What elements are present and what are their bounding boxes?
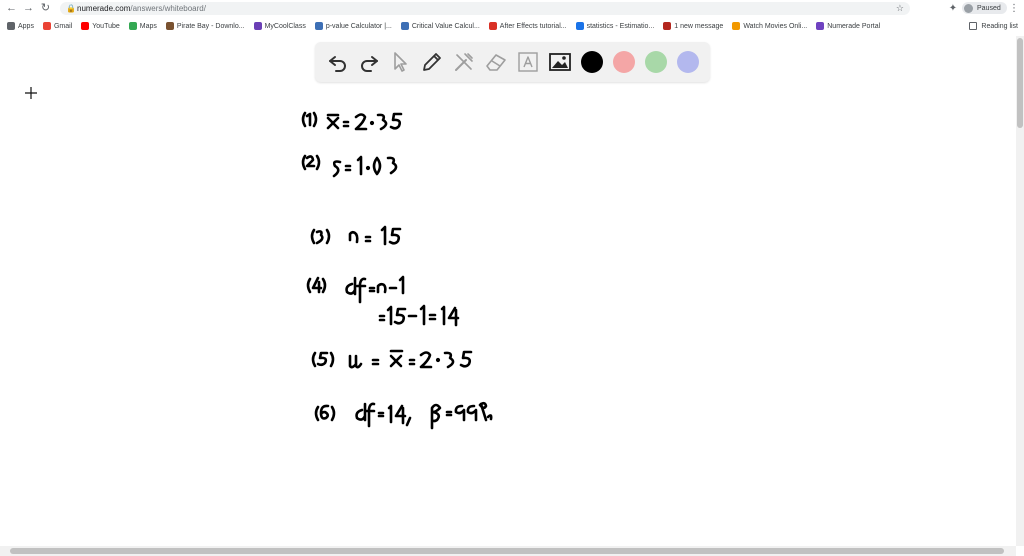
- vertical-scrollbar[interactable]: [1016, 36, 1024, 546]
- horizontal-scrollbar[interactable]: [0, 546, 1016, 556]
- bookmark-favicon-icon: [816, 22, 825, 30]
- text-icon[interactable]: [516, 50, 540, 74]
- navigation-bar: ← → ↻ 🔒 numerade.com/answers/whiteboard/…: [0, 0, 1024, 17]
- bookmark-item[interactable]: 1 new message: [663, 22, 723, 30]
- bookmark-favicon-icon: [314, 22, 323, 30]
- pointer-icon[interactable]: [388, 50, 412, 74]
- bookmark-label: p-value Calculator |...: [325, 22, 392, 30]
- bookmark-label: YouTube: [92, 22, 120, 30]
- bookmark-item[interactable]: Gmail: [42, 22, 73, 30]
- bookmark-item[interactable]: Critical Value Calcul...: [400, 22, 480, 30]
- bookmark-favicon-icon: [663, 22, 672, 30]
- bookmark-item[interactable]: Numerade Portal: [816, 22, 880, 30]
- url-host: numerade.com: [77, 4, 131, 13]
- bookmark-item[interactable]: MyCoolClass: [253, 22, 306, 30]
- bookmark-favicon-icon: [400, 22, 409, 30]
- back-icon[interactable]: ←: [4, 1, 19, 16]
- bookmark-item[interactable]: p-value Calculator |...: [314, 22, 392, 30]
- undo-icon[interactable]: [326, 50, 350, 74]
- pen-icon[interactable]: [420, 50, 444, 74]
- handwriting-line-3: [310, 225, 402, 246]
- handwriting-line-1: [301, 111, 403, 131]
- vertical-scrollbar-thumb[interactable]: [1017, 38, 1023, 128]
- bookmark-favicon-icon: [7, 22, 15, 30]
- extensions-icon[interactable]: ✦: [946, 1, 960, 16]
- bookmark-label: statistics - Estimatio...: [586, 22, 655, 30]
- tools-icon[interactable]: [452, 50, 476, 74]
- bookmark-label: Gmail: [53, 22, 73, 30]
- reading-list-icon: [969, 22, 978, 30]
- handwriting-line-2: [301, 154, 398, 178]
- crosshair-cursor-icon: [25, 87, 37, 99]
- bookmark-item[interactable]: Apps: [7, 22, 34, 30]
- bookmark-label: Watch Movies Onli...: [743, 22, 808, 30]
- bookmark-favicon-icon: [81, 22, 90, 30]
- image-icon[interactable]: [548, 50, 572, 74]
- bookmark-label: Numerade Portal: [827, 22, 881, 30]
- handwritten-solution: [301, 111, 493, 430]
- bookmark-label: 1 new message: [674, 22, 724, 30]
- horizontal-scrollbar-thumb[interactable]: [10, 548, 1004, 554]
- bookmark-favicon-icon: [732, 22, 741, 30]
- bookmark-label: Critical Value Calcul...: [411, 22, 480, 30]
- bookmark-favicon-icon: [253, 22, 262, 30]
- bookmark-label: Maps: [139, 22, 157, 30]
- bookmark-label: Pirate Bay - Downlo...: [176, 22, 245, 30]
- profile-button[interactable]: Paused: [962, 2, 1007, 14]
- bookmark-label: MyCoolClass: [264, 22, 306, 30]
- color-black-swatch[interactable]: [581, 51, 603, 73]
- browser-chrome: ← → ↻ 🔒 numerade.com/answers/whiteboard/…: [0, 0, 1024, 37]
- bookmark-item[interactable]: Watch Movies Onli...: [732, 22, 807, 30]
- handwriting-line-6: [314, 401, 493, 430]
- bookmark-favicon-icon: [488, 22, 497, 30]
- bookmark-item[interactable]: statistics - Estimatio...: [575, 22, 655, 30]
- bookmark-label: After Effects tutorial...: [499, 22, 567, 30]
- lock-icon: 🔒: [66, 4, 76, 13]
- reading-list-label: Reading list: [981, 22, 1018, 30]
- bookmarks-bar: Apps Gmail YouTube Maps Pirate Bay - Downlo.…: [0, 17, 1024, 35]
- address-bar[interactable]: 🔒 numerade.com/answers/whiteboard/ ☆: [60, 2, 910, 15]
- bookmark-label: Apps: [18, 22, 34, 30]
- handwriting-line-4: [306, 275, 460, 327]
- whiteboard-canvas[interactable]: [0, 36, 1016, 546]
- bookmark-star-icon[interactable]: ☆: [896, 2, 904, 15]
- profile-status: Paused: [977, 4, 1001, 12]
- redo-icon[interactable]: [357, 50, 381, 74]
- color-purple-swatch[interactable]: [677, 51, 699, 73]
- url-path: /answers/whiteboard/: [130, 4, 206, 13]
- color-pink-swatch[interactable]: [613, 51, 635, 73]
- bookmark-favicon-icon: [165, 22, 174, 30]
- eraser-icon[interactable]: [484, 50, 508, 74]
- bookmark-favicon-icon: [42, 22, 51, 30]
- forward-icon[interactable]: →: [21, 1, 36, 16]
- color-green-swatch[interactable]: [645, 51, 667, 73]
- bookmark-item[interactable]: Maps: [128, 22, 157, 30]
- avatar: [964, 3, 973, 13]
- handwriting-line-5: [311, 349, 473, 369]
- whiteboard-toolbar: [315, 42, 710, 82]
- bookmark-favicon-icon: [575, 22, 584, 30]
- bookmark-item[interactable]: YouTube: [81, 22, 120, 30]
- reload-icon[interactable]: ↻: [38, 1, 53, 16]
- reading-list-button[interactable]: Reading list: [969, 17, 1018, 35]
- url-text: numerade.com/answers/whiteboard/: [77, 2, 206, 15]
- bookmark-item[interactable]: After Effects tutorial...: [488, 22, 567, 30]
- bookmark-item[interactable]: Pirate Bay - Downlo...: [165, 22, 245, 30]
- menu-icon[interactable]: ⋮: [1008, 1, 1020, 16]
- bookmark-favicon-icon: [128, 22, 137, 30]
